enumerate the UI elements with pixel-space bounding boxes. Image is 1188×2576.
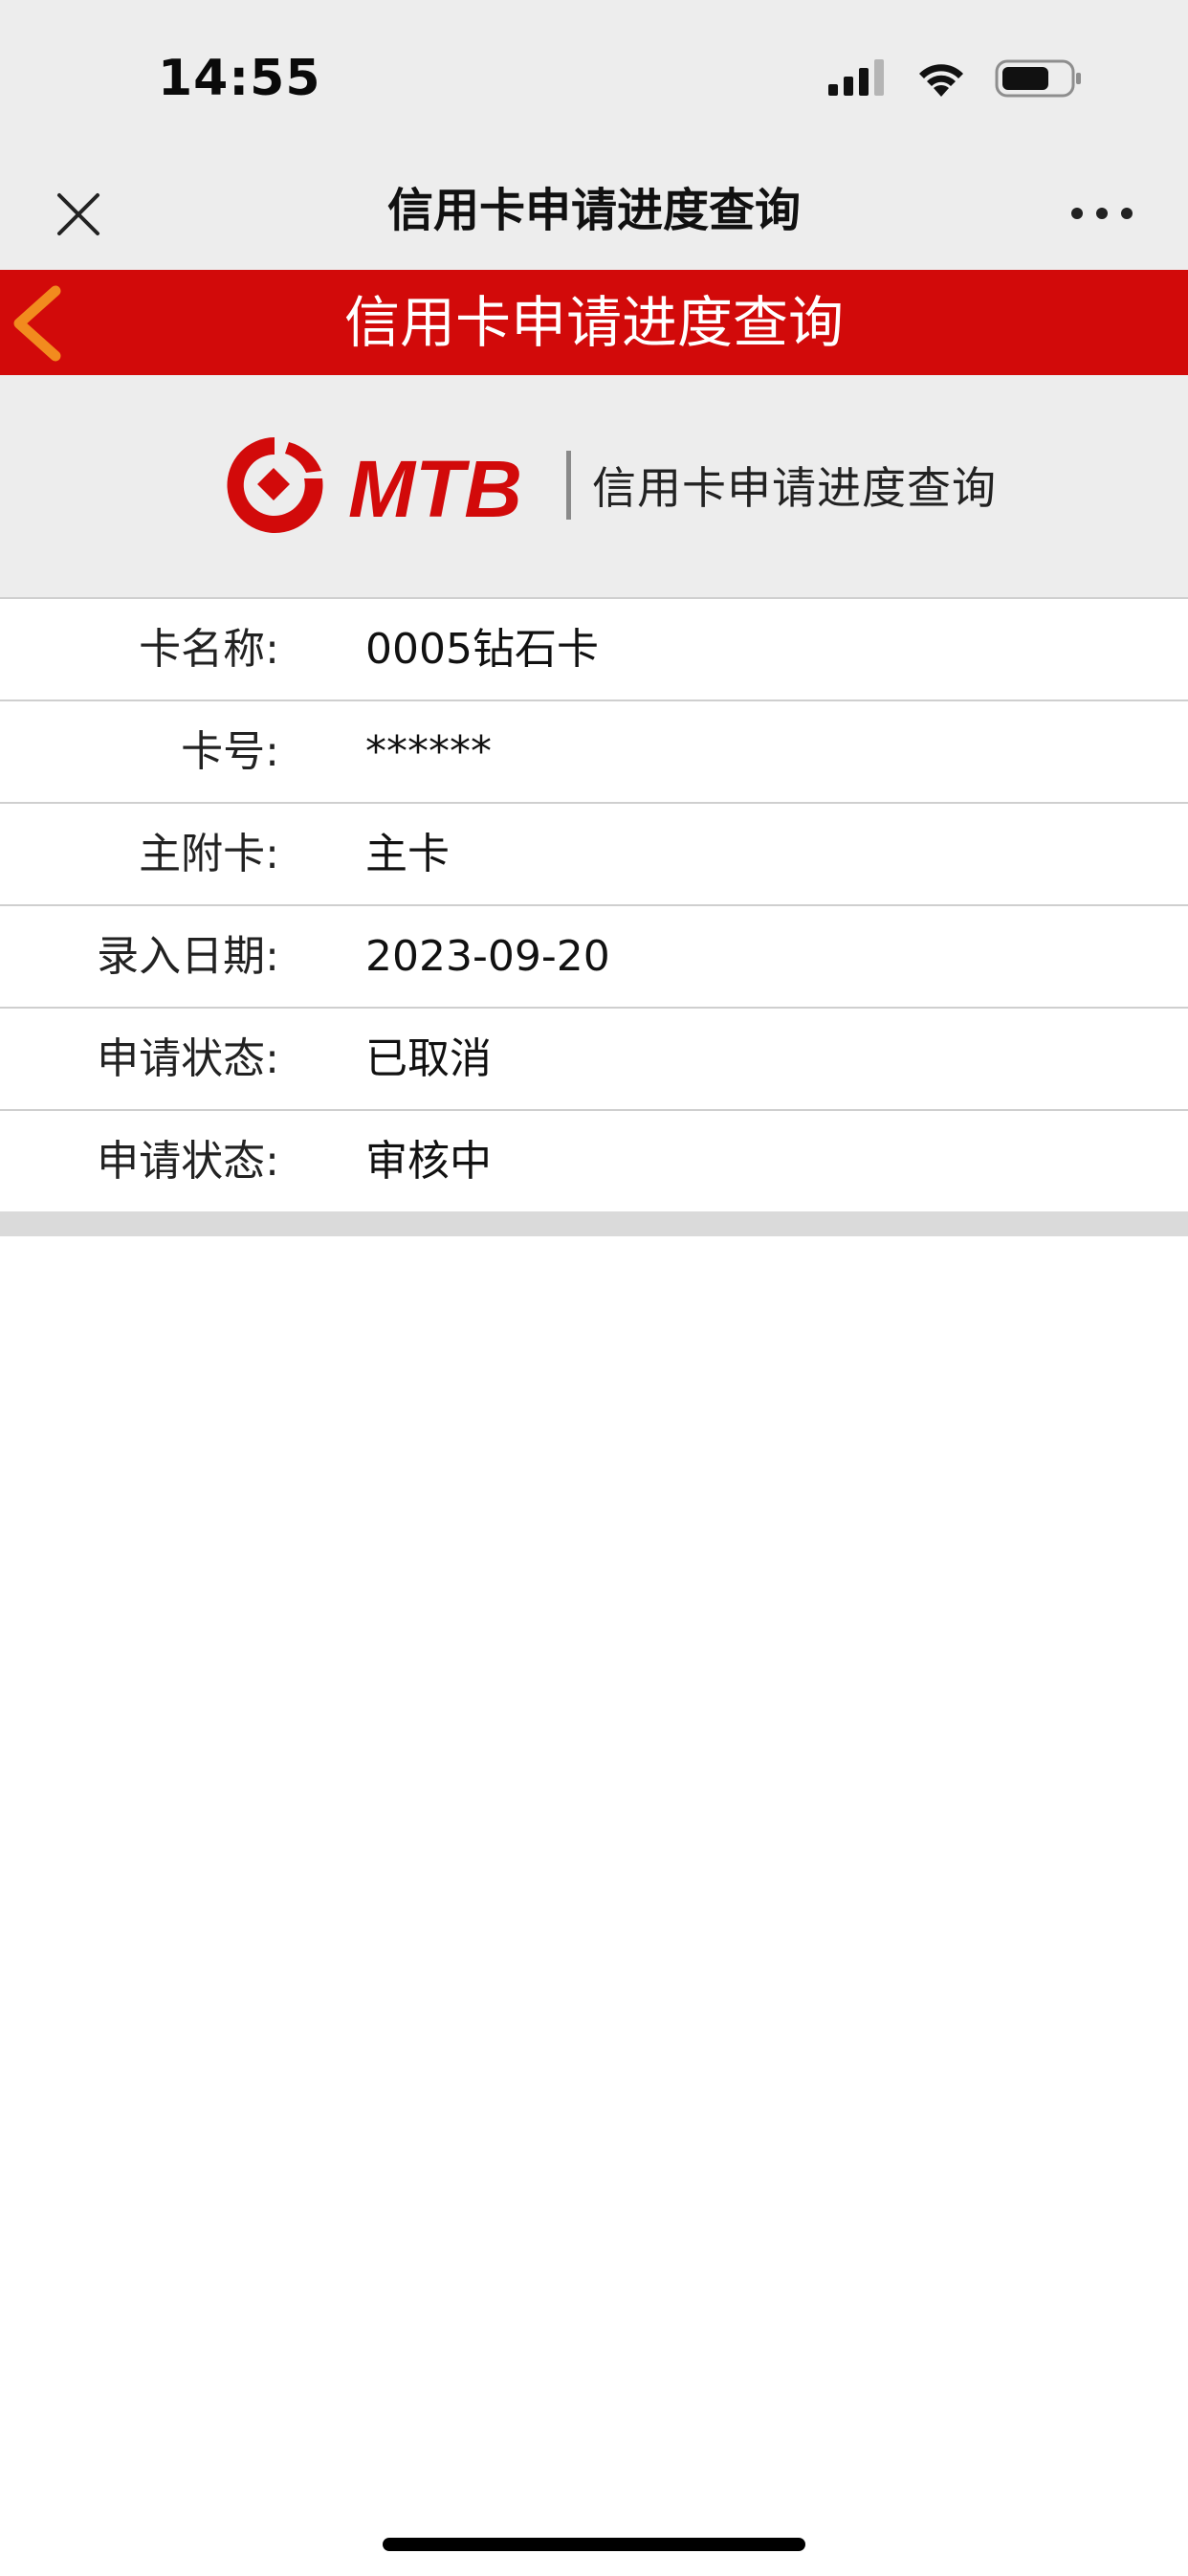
detail-row-entry-date: 录入日期: 2023-09-20 bbox=[0, 906, 1188, 1009]
card-number-value: ****** bbox=[365, 727, 492, 776]
application-details: 卡名称: 0005钻石卡 卡号: ****** 主附卡: 主卡 录入日期: 20… bbox=[0, 599, 1188, 1236]
home-indicator[interactable] bbox=[383, 2538, 805, 2551]
nav-title: 信用卡申请进度查询 bbox=[386, 184, 801, 237]
status-bar: 14:55 bbox=[0, 0, 1188, 163]
card-type-value: 主卡 bbox=[365, 830, 450, 878]
page-title: 信用卡申请进度查询 bbox=[343, 290, 844, 355]
status-icons bbox=[826, 57, 1083, 100]
more-options-icon[interactable] bbox=[1064, 189, 1140, 237]
status-value-1: 已取消 bbox=[365, 1034, 492, 1083]
nav-bar: 信用卡申请进度查询 bbox=[0, 163, 1188, 270]
battery-icon bbox=[995, 59, 1081, 98]
mtb-logo: MTB bbox=[227, 437, 522, 534]
cellular-signal-icon bbox=[828, 59, 884, 96]
card-type-label: 主附卡: bbox=[139, 830, 279, 878]
logo-band: MTB 信用卡申请进度查询 bbox=[0, 375, 1188, 599]
entry-date-value: 2023-09-20 bbox=[365, 932, 610, 981]
card-name-label: 卡名称: bbox=[139, 625, 279, 674]
logo-subtitle: 信用卡申请进度查询 bbox=[592, 462, 997, 514]
section-divider bbox=[0, 1211, 1188, 1236]
status-label-2: 申请状态: bbox=[97, 1137, 279, 1186]
wifi-icon bbox=[919, 64, 963, 97]
detail-row-status-2: 申请状态: 审核中 bbox=[0, 1111, 1188, 1211]
status-value-2: 审核中 bbox=[365, 1137, 492, 1186]
page-header: 信用卡申请进度查询 bbox=[0, 270, 1188, 375]
bank-logo-group: MTB 信用卡申请进度查询 bbox=[222, 433, 997, 538]
logo-divider bbox=[566, 451, 571, 520]
card-number-label: 卡号: bbox=[181, 727, 279, 776]
detail-row-status-1: 申请状态: 已取消 bbox=[0, 1009, 1188, 1111]
detail-row-card-number: 卡号: ****** bbox=[0, 701, 1188, 804]
entry-date-label: 录入日期: bbox=[97, 932, 279, 981]
card-name-value: 0005钻石卡 bbox=[365, 625, 599, 674]
mtb-logo-text: MTB bbox=[348, 444, 522, 534]
detail-row-card-name: 卡名称: 0005钻石卡 bbox=[0, 599, 1188, 701]
status-label-1: 申请状态: bbox=[97, 1034, 279, 1083]
detail-row-card-type: 主附卡: 主卡 bbox=[0, 804, 1188, 906]
status-time: 14:55 bbox=[158, 50, 321, 107]
